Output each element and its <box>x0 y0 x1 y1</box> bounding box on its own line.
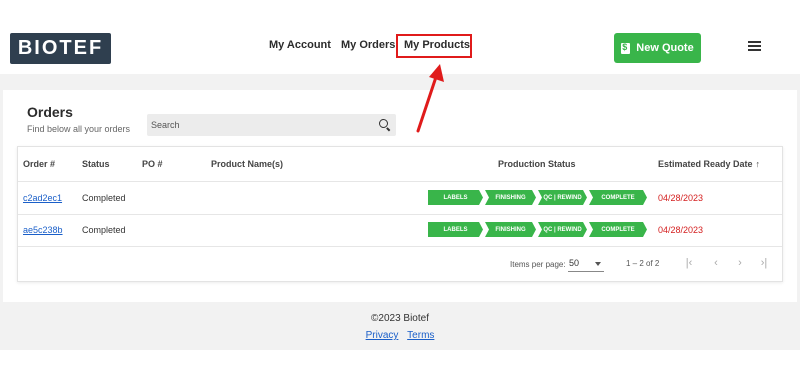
site-footer <box>0 302 800 350</box>
next-page-icon[interactable]: › <box>733 256 747 270</box>
previous-page-icon[interactable]: ‹ <box>709 256 723 270</box>
nav-my-account[interactable]: My Account <box>269 39 331 51</box>
page-size-select[interactable]: 50 <box>568 256 604 272</box>
page-title: Orders <box>27 104 73 120</box>
search-input[interactable] <box>151 117 371 133</box>
items-per-page-label: Items per page: <box>510 260 566 269</box>
quote-document-icon <box>621 42 631 54</box>
page-range-label: 1 – 2 of 2 <box>626 259 660 268</box>
page-subtitle: Find below all your orders <box>27 124 131 134</box>
terms-link[interactable]: Terms <box>407 330 434 341</box>
first-page-icon[interactable]: |‹ <box>682 256 696 270</box>
privacy-link[interactable]: Privacy <box>366 330 399 341</box>
copyright-text: ©2023 Biotef <box>371 313 429 324</box>
chevron-down-icon <box>595 262 601 266</box>
nav-my-orders[interactable]: My Orders <box>341 39 395 51</box>
last-page-icon[interactable]: ›| <box>757 256 771 270</box>
search-icon[interactable] <box>379 119 388 128</box>
annotation-highlight-box <box>396 34 472 58</box>
new-quote-label: New Quote <box>636 42 694 54</box>
footer-links: Privacy Terms <box>0 330 800 341</box>
paginator: Items per page: 50 1 – 2 of 2 |‹ ‹ › ›| <box>17 146 783 282</box>
page-size-value: 50 <box>569 258 580 268</box>
new-quote-button[interactable]: New Quote <box>614 33 701 63</box>
hamburger-menu-icon[interactable] <box>748 41 761 51</box>
biotef-logo[interactable]: BIOTEF <box>10 33 111 64</box>
search-box[interactable] <box>147 114 396 136</box>
site-header: BIOTEF My Account My Orders My Products … <box>0 0 800 74</box>
